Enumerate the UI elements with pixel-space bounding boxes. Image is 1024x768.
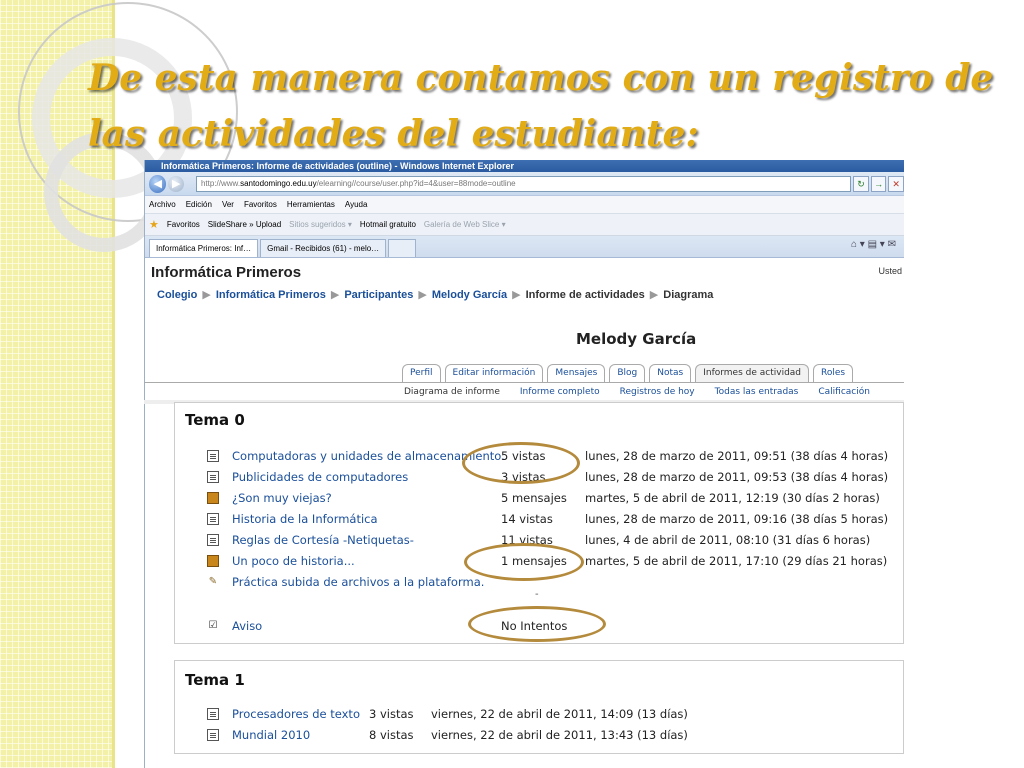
- tabs-underline: [144, 382, 904, 383]
- tab-notas[interactable]: Notas: [649, 364, 692, 382]
- forward-icon[interactable]: ▶: [168, 175, 184, 192]
- menu-archivo[interactable]: Archivo: [149, 196, 176, 213]
- quiz-icon: ☑: [208, 620, 218, 631]
- activity-count: 14 vistas: [501, 512, 553, 526]
- activity-date: martes, 5 de abril de 2011, 12:19 (30 dí…: [585, 491, 880, 505]
- activity-date: viernes, 22 de abril de 2011, 13:43 (13 …: [431, 728, 688, 742]
- activity-date: lunes, 28 de marzo de 2011, 09:53 (38 dí…: [585, 470, 889, 484]
- url-prefix: http://www.: [200, 178, 241, 188]
- activity-link[interactable]: ¿Son muy viejas?: [232, 489, 332, 507]
- window-titlebar: Informática Primeros: Informe de activid…: [145, 160, 904, 172]
- tab-perfil[interactable]: Perfil: [402, 364, 441, 382]
- assignment-icon: ✎: [208, 576, 218, 587]
- subtab-todas[interactable]: Todas las entradas: [715, 387, 799, 397]
- url-path: /elearning//course/user.php?id=4&user=88…: [316, 178, 516, 188]
- go-icon[interactable]: →: [870, 175, 887, 192]
- star-icon: ★: [149, 218, 159, 231]
- slide: De esta manera contamos con un registro …: [0, 0, 1024, 768]
- fav-slideshare[interactable]: SlideShare » Upload: [208, 214, 281, 236]
- url-domain: santodomingo.edu.uy: [240, 178, 317, 188]
- fav-webslice[interactable]: Galería de Web Slice ▾: [424, 214, 506, 236]
- activity-link[interactable]: Procesadores de texto: [232, 705, 360, 723]
- activity-date: lunes, 28 de marzo de 2011, 09:51 (38 dí…: [585, 449, 889, 463]
- tab-editar[interactable]: Editar información: [444, 364, 544, 382]
- activity-date: viernes, 22 de abril de 2011, 14:09 (13 …: [431, 707, 688, 721]
- activity-link[interactable]: Reglas de Cortesía -Netiquetas-: [232, 531, 414, 549]
- fav-hotmail[interactable]: Hotmail gratuito: [360, 214, 416, 236]
- activity-link[interactable]: Práctica subida de archivos a la platafo…: [232, 573, 484, 591]
- fav-sitios[interactable]: Sitios sugeridos ▾: [289, 214, 352, 236]
- tab-mensajes[interactable]: Mensajes: [547, 364, 606, 382]
- activity-date: lunes, 4 de abril de 2011, 08:10 (31 día…: [585, 533, 871, 547]
- tab-informes[interactable]: Informes de actividad: [695, 364, 810, 382]
- activity-date: martes, 5 de abril de 2011, 17:10 (29 dí…: [585, 554, 888, 568]
- activity-link[interactable]: Un poco de historia...: [232, 552, 355, 570]
- resource-icon: [207, 471, 219, 483]
- activity-link[interactable]: Publicidades de computadores: [232, 468, 408, 486]
- subtab-hoy[interactable]: Registros de hoy: [620, 387, 695, 397]
- menu-bar: Archivo Edición Ver Favoritos Herramient…: [145, 196, 904, 214]
- subtab-diagrama[interactable]: Diagrama de informe: [404, 387, 500, 397]
- activity-link[interactable]: Historia de la Informática: [232, 510, 378, 528]
- highlight-oval: [462, 442, 580, 484]
- tab-roles[interactable]: Roles: [813, 364, 854, 382]
- activity-count: 5 mensajes: [501, 491, 567, 505]
- resource-icon: [207, 534, 219, 546]
- menu-herramientas[interactable]: Herramientas: [287, 196, 335, 213]
- highlight-oval: [464, 543, 584, 581]
- back-icon[interactable]: ◀: [149, 174, 167, 193]
- activity-date: lunes, 28 de marzo de 2011, 09:16 (38 dí…: [585, 512, 889, 526]
- subtab-completo[interactable]: Informe completo: [520, 387, 600, 397]
- resource-icon: [207, 513, 219, 525]
- menu-edicion[interactable]: Edición: [186, 196, 212, 213]
- empty-value: -: [535, 589, 539, 600]
- favorites-button[interactable]: Favoritos: [167, 214, 200, 236]
- resource-icon: [207, 729, 219, 741]
- refresh-icon[interactable]: ↻: [853, 175, 869, 192]
- section-title: Tema 0: [185, 411, 245, 429]
- highlight-oval: [468, 606, 606, 642]
- url-input[interactable]: http://www. santodomingo.edu.uy/elearning…: [195, 175, 852, 192]
- slide-title: De esta manera contamos con un registro …: [88, 57, 994, 155]
- resource-icon: [207, 708, 219, 720]
- stop-icon[interactable]: ✕: [888, 175, 904, 192]
- profile-tabs: Perfil Editar información Mensajes Blog …: [402, 364, 857, 382]
- forum-icon: [207, 492, 219, 504]
- subtab-calificacion[interactable]: Calificación: [818, 387, 870, 397]
- section-tema-1: Tema 1 Procesadores de texto 3 vistas vi…: [174, 660, 904, 754]
- address-bar: ◀ ▶ http://www. santodomingo.edu.uy/elear…: [145, 172, 904, 196]
- tab-blog[interactable]: Blog: [609, 364, 646, 382]
- activity-count: 3 vistas: [369, 707, 414, 721]
- activity-link[interactable]: Mundial 2010: [232, 726, 310, 744]
- report-subtabs: Diagrama de informe Informe completo Reg…: [404, 387, 870, 397]
- resource-icon: [207, 450, 219, 462]
- activity-count: 8 vistas: [369, 728, 414, 742]
- favorites-bar: ★ Favoritos SlideShare » Upload Sitios s…: [145, 214, 904, 236]
- menu-favoritos[interactable]: Favoritos: [244, 196, 277, 213]
- menu-ver[interactable]: Ver: [222, 196, 234, 213]
- activity-link[interactable]: Aviso: [232, 617, 262, 635]
- forum-icon: [207, 555, 219, 567]
- user-name: Melody García: [576, 330, 697, 348]
- menu-ayuda[interactable]: Ayuda: [345, 196, 368, 213]
- section-title: Tema 1: [185, 671, 245, 689]
